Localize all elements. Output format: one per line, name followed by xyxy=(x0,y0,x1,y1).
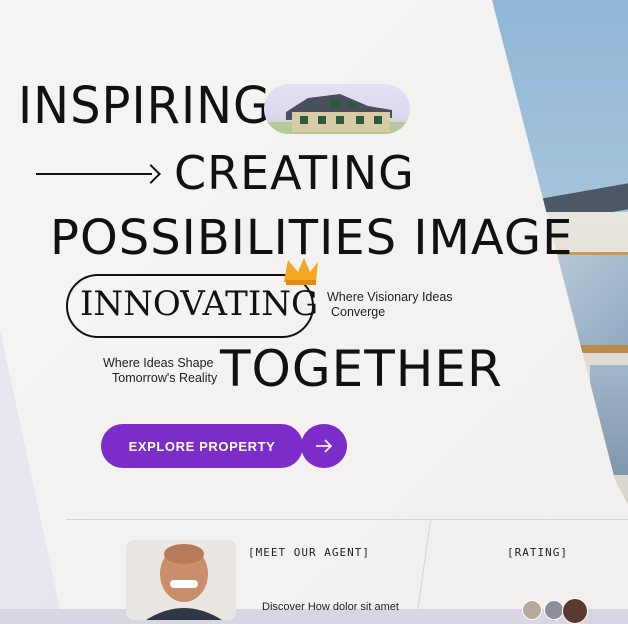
headline-together: TOGETHER xyxy=(220,340,503,398)
section-divider xyxy=(66,519,628,520)
house-thumbnail xyxy=(264,84,410,134)
decor-arrow-line xyxy=(36,173,152,175)
tagline-right-line1: Where Visionary Ideas xyxy=(327,290,453,304)
rating-label: [RATING] xyxy=(507,546,568,559)
headline-creating: CREATING xyxy=(174,146,415,200)
agent-avatar xyxy=(126,540,236,620)
avatar xyxy=(522,600,542,620)
right-arrow-icon xyxy=(316,439,333,453)
tagline-left-line2: Tomorrow's Reality xyxy=(112,371,218,385)
avatar xyxy=(544,600,564,620)
headline-inspiring: INSPIRING xyxy=(18,76,272,136)
avatar xyxy=(562,598,588,624)
explore-arrow-button[interactable] xyxy=(301,424,347,468)
crown-icon xyxy=(284,258,318,285)
headline-innovating: INNOVATING xyxy=(80,284,319,324)
agent-description: Discover How dolor sit amet xyxy=(262,601,399,613)
tagline-right-line2: Converge xyxy=(331,305,386,319)
explore-property-button[interactable]: EXPLORE PROPERTY xyxy=(101,424,303,468)
meet-agent-label: [MEET OUR AGENT] xyxy=(248,546,370,559)
reviewer-avatars xyxy=(522,598,592,624)
tagline-left-line1: Where Ideas Shape xyxy=(103,356,214,370)
